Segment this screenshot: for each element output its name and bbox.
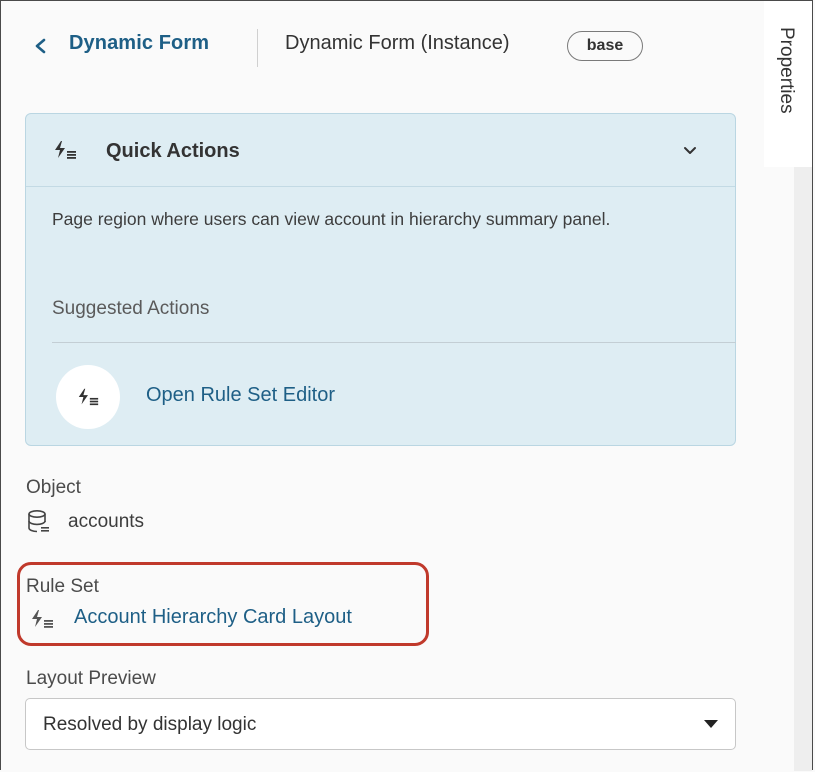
- open-rule-set-editor-icon-button[interactable]: [56, 365, 120, 429]
- suggested-divider: [52, 342, 736, 343]
- back-link[interactable]: Dynamic Form: [69, 32, 209, 55]
- layout-preview-value: Resolved by display logic: [43, 714, 257, 735]
- rule-set-link[interactable]: Account Hierarchy Card Layout: [74, 606, 352, 629]
- quick-actions-card: Quick Actions Page region where users ca…: [25, 113, 736, 446]
- quick-actions-description: Page region where users can view account…: [52, 209, 611, 229]
- chevron-left-icon[interactable]: [33, 34, 49, 58]
- rail-background: [764, 167, 794, 771]
- tab-properties[interactable]: Properties: [764, 1, 812, 167]
- header-divider: [257, 29, 258, 67]
- layout-preview-label: Layout Preview: [26, 668, 156, 689]
- object-label: Object: [26, 477, 81, 498]
- chevron-down-icon[interactable]: [678, 140, 702, 160]
- database-icon: [28, 509, 49, 533]
- rule-set-highlight: [17, 562, 429, 646]
- quick-actions-title: Quick Actions: [106, 140, 240, 162]
- quick-actions-header[interactable]: Quick Actions: [26, 114, 735, 187]
- properties-panel: Dynamic Form Dynamic Form (Instance) bas…: [1, 1, 764, 771]
- instance-title: Dynamic Form (Instance): [285, 32, 510, 54]
- open-rule-set-editor-link[interactable]: Open Rule Set Editor: [146, 384, 335, 407]
- base-badge: base: [567, 31, 643, 61]
- rail-scroll-area: [794, 167, 812, 771]
- suggested-actions-label: Suggested Actions: [52, 298, 210, 319]
- object-value: accounts: [68, 511, 145, 532]
- caret-down-icon: [704, 720, 718, 728]
- rule-set-icon: [32, 610, 53, 628]
- rule-set-icon: [55, 141, 76, 159]
- side-tab-rail: Properties: [764, 1, 812, 771]
- layout-preview-select[interactable]: Resolved by display logic: [25, 698, 736, 750]
- rule-set-label: Rule Set: [26, 576, 99, 597]
- tab-properties-label: Properties: [776, 27, 797, 114]
- rule-set-icon: [78, 388, 99, 406]
- panel-header: Dynamic Form Dynamic Form (Instance) bas…: [1, 1, 764, 93]
